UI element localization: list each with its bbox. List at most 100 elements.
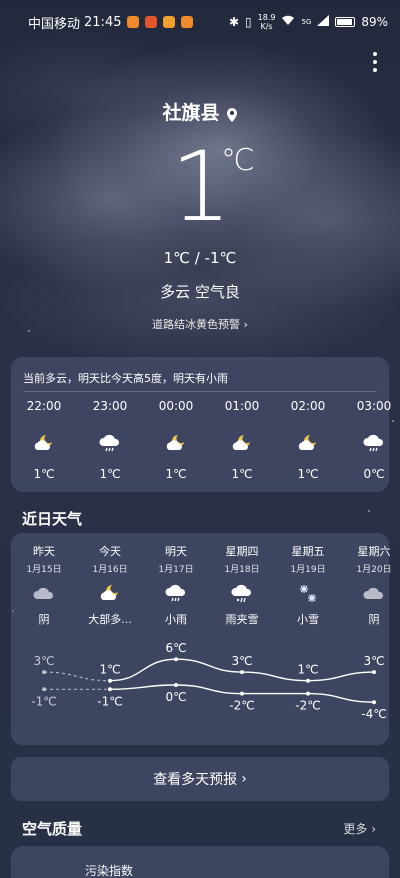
air-quality-title: 空气质量 bbox=[22, 820, 83, 838]
high-temp-label: 3℃ bbox=[231, 654, 252, 668]
hour-temperature: 0℃ bbox=[363, 467, 385, 481]
clock: 21:45 bbox=[84, 14, 122, 30]
city-name: 社旗县 bbox=[162, 102, 220, 124]
vibrate-icon: ▯ bbox=[245, 15, 252, 29]
low-temp-point bbox=[108, 687, 112, 692]
low-temp-label: -1℃ bbox=[31, 694, 56, 708]
high-temp-point bbox=[306, 678, 310, 683]
temperature-range: 1℃ / -1℃ bbox=[163, 249, 237, 267]
star bbox=[392, 420, 394, 422]
hour-temperature: 1℃ bbox=[33, 467, 55, 481]
city-title[interactable]: 社旗县 bbox=[0, 98, 400, 125]
day-name: 明天 bbox=[165, 545, 187, 558]
day-condition: 大部多... bbox=[88, 613, 132, 626]
condition-text: 多云 空气良 bbox=[160, 283, 240, 301]
day-condition: 小雨 bbox=[165, 613, 187, 626]
day-condition: 小雪 bbox=[297, 613, 319, 626]
wifi-icon bbox=[281, 15, 295, 29]
daily-section-title: 近日天气 bbox=[22, 510, 83, 528]
daily-item: 星期四 1月18日 雨夹雪 bbox=[209, 543, 275, 627]
low-temp-point bbox=[240, 691, 244, 696]
day-name: 昨天 bbox=[33, 545, 55, 558]
hourly-list[interactable]: 22:00 1℃ 23:00 1℃ 00:00 1℃ 01:00 1℃ 02:00 1℃ 03:00… bbox=[11, 399, 392, 489]
warning-label: 道路结冰黄色预警 bbox=[152, 318, 241, 331]
cloud-rain-icon bbox=[362, 433, 386, 453]
day-name: 星期五 bbox=[291, 545, 325, 558]
cloud-sleet-icon bbox=[229, 583, 255, 605]
low-temp-point bbox=[372, 700, 376, 705]
daily-item: 明天 1月17日小雨 bbox=[143, 543, 209, 627]
moon-cloud-icon bbox=[97, 583, 123, 605]
daily-item: 星期六 1月20日阴 bbox=[341, 543, 400, 627]
day-condition: 阴 bbox=[368, 613, 380, 626]
net-speed-unit: K/s bbox=[260, 22, 273, 31]
day-date: 1月15日 bbox=[26, 565, 62, 575]
hour-time: 03:00 bbox=[356, 399, 392, 413]
air-quality-more-link[interactable]: 更多 › bbox=[343, 820, 376, 837]
daily-forecast-card[interactable]: 3℃ 1℃ 6℃ 3℃ 1℃ 3℃ -1℃ -1℃ 0℃ -2℃ -2℃ -4℃ 昨天 1月15日阴 今天… bbox=[11, 533, 392, 745]
high-temp-point bbox=[108, 678, 112, 683]
day-name: 星期四 bbox=[225, 545, 259, 558]
low-temp-label: -2℃ bbox=[295, 699, 320, 713]
day-date: 1月20日 bbox=[356, 565, 392, 575]
hour-time: 01:00 bbox=[224, 399, 260, 413]
high-temp-point bbox=[372, 670, 376, 675]
day-date: 1月18日 bbox=[224, 565, 260, 575]
hourly-forecast-card[interactable]: 当前多云，明天比今天高5度，明天有小雨 22:00 1℃ 23:00 1℃ 00:00 1… bbox=[11, 357, 392, 492]
current-weather: 社旗县 1 ℃ 1℃ / -1℃ 多云 空气良 道路结冰黄色预警 › bbox=[0, 98, 400, 332]
hour-time: 23:00 bbox=[92, 399, 128, 413]
moon-cloud-icon bbox=[296, 433, 320, 453]
day-date: 1月17日 bbox=[158, 565, 194, 575]
hour-time: 22:00 bbox=[26, 399, 62, 413]
day-name: 今天 bbox=[99, 545, 121, 558]
high-temp-label: 1℃ bbox=[297, 663, 318, 677]
chevron-right-icon: › bbox=[243, 318, 248, 331]
notification-app-icon bbox=[145, 16, 158, 28]
hour-temperature: 1℃ bbox=[297, 467, 319, 481]
chevron-right-icon: › bbox=[371, 822, 376, 836]
weather-warning[interactable]: 道路结冰黄色预警 › bbox=[0, 316, 400, 332]
pollution-index-label: 污染指数 bbox=[85, 864, 134, 878]
high-temp-point bbox=[42, 670, 46, 675]
cloud-rain-icon bbox=[163, 583, 189, 605]
air-quality-card[interactable]: 污染指数 bbox=[11, 846, 389, 878]
day-name: 星期六 bbox=[357, 545, 391, 558]
high-temp-label: 3℃ bbox=[363, 654, 384, 668]
high-temp-label: 1℃ bbox=[99, 663, 120, 677]
forecast-summary: 当前多云，明天比今天高5度，明天有小雨 bbox=[23, 372, 228, 385]
daily-item: 星期五 1月19日小雪 bbox=[275, 543, 341, 627]
temperature-trend-chart: 3℃ 1℃ 6℃ 3℃ 1℃ 3℃ -1℃ -1℃ 0℃ -2℃ -2℃ -4℃ bbox=[31, 641, 386, 721]
daily-item: 昨天 1月15日阴 bbox=[11, 543, 77, 627]
high-temp-label: 6℃ bbox=[165, 641, 186, 655]
low-temp-label: -4℃ bbox=[361, 707, 386, 721]
snowflake-icon bbox=[295, 583, 321, 605]
location-pin-icon bbox=[226, 105, 238, 122]
hour-temperature: 1℃ bbox=[99, 467, 121, 481]
net-speed-value: 18.9 bbox=[257, 13, 276, 22]
moon-cloud-icon bbox=[164, 433, 188, 453]
cloud-rain-icon bbox=[98, 433, 122, 453]
signal-label: 5G bbox=[301, 18, 312, 26]
chevron-right-icon: › bbox=[241, 771, 247, 787]
battery-level: 89% bbox=[361, 15, 388, 29]
notification-app-icon bbox=[127, 16, 140, 28]
bluetooth-icon: ✱ bbox=[228, 15, 240, 29]
moon-cloud-icon bbox=[32, 433, 56, 453]
low-temp-label: -1℃ bbox=[97, 694, 122, 708]
notification-app-icon bbox=[163, 16, 176, 28]
high-temp-label: 3℃ bbox=[33, 654, 54, 668]
more-label: 更多 bbox=[343, 822, 368, 836]
cloud-icon bbox=[31, 583, 57, 605]
day-date: 1月19日 bbox=[290, 565, 326, 575]
notification-app-icon bbox=[181, 16, 194, 28]
temperature-unit: ℃ bbox=[221, 143, 255, 178]
cloud-icon bbox=[361, 583, 387, 605]
low-temp-label: -2℃ bbox=[229, 699, 254, 713]
status-bar: 中国移动 21:45 ✱ ▯ 18.9 K/s 5G 89% bbox=[0, 0, 400, 44]
low-temp-point bbox=[174, 683, 178, 687]
hour-temperature: 1℃ bbox=[165, 467, 187, 481]
current-temperature: 1 ℃ bbox=[0, 139, 400, 235]
multi-day-forecast-button[interactable]: 查看多天预报 › bbox=[11, 757, 389, 801]
more-options-icon[interactable] bbox=[372, 52, 378, 72]
network-speed: 18.9 K/s bbox=[258, 13, 276, 31]
